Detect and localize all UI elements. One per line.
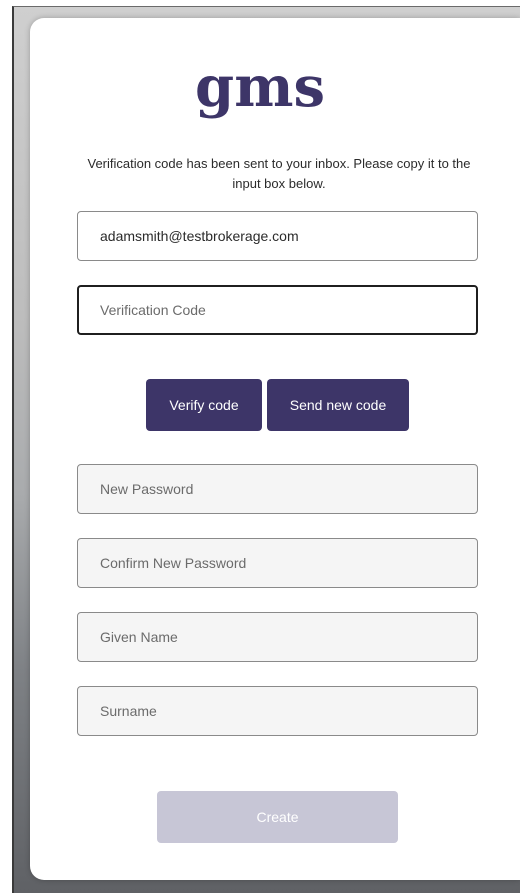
verify-code-button[interactable]: Verify code [146,379,262,431]
verification-code-input[interactable] [77,285,478,335]
confirm-password-input[interactable] [77,538,478,588]
email-field[interactable] [77,211,478,261]
new-password-input[interactable] [77,464,478,514]
brand-logo: gms [0,54,520,138]
verification-message: Verification code has been sent to your … [87,156,471,191]
send-new-code-button[interactable]: Send new code [267,379,409,431]
create-button[interactable]: Create [157,791,398,843]
svg-text:gms: gms [195,54,325,120]
given-name-input[interactable] [77,612,478,662]
signup-card [30,18,520,880]
surname-input[interactable] [77,686,478,736]
